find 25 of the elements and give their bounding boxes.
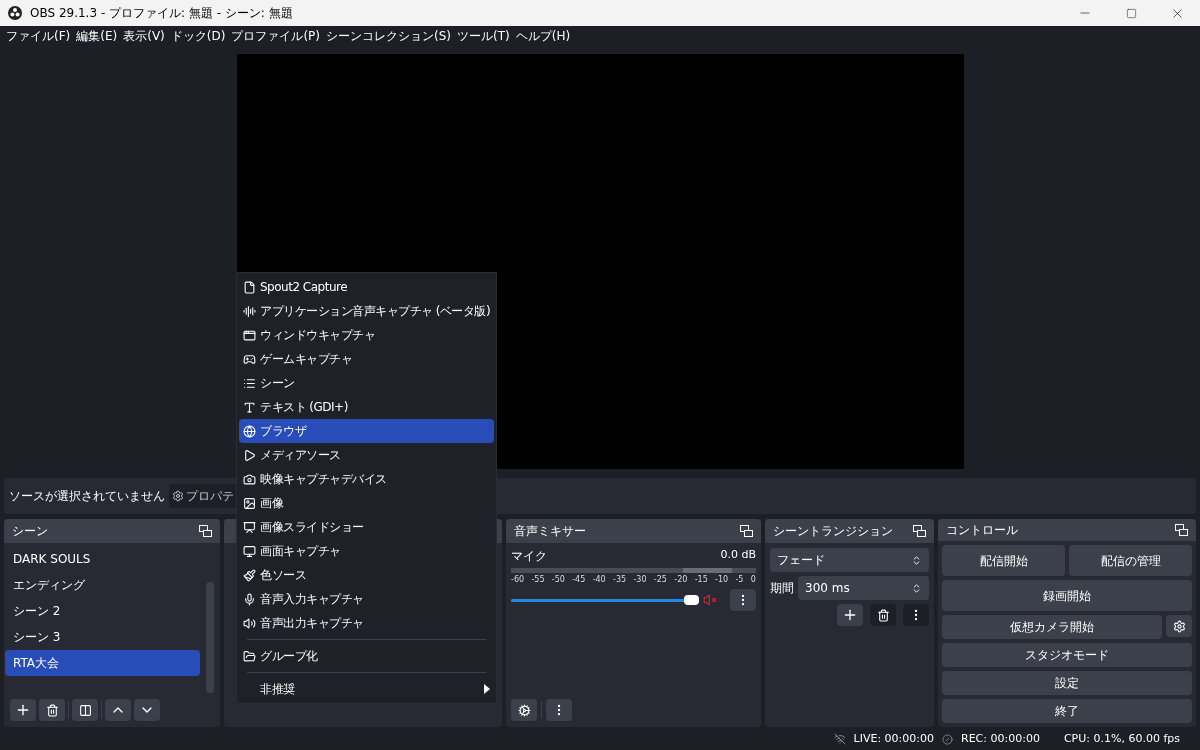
meter-tick: 0 [750, 574, 756, 586]
source-status: ソースが選択されていません [9, 488, 166, 505]
meter-tick: -25 [653, 574, 667, 586]
meter-tick: -15 [694, 574, 708, 586]
window-title: OBS 29.1.3 - プロファイル: 無題 - シーン: 無題 [30, 5, 293, 22]
meter-tick: -20 [674, 574, 688, 586]
dock-title: 音声ミキサー [514, 523, 586, 540]
meter-tick: -5 [735, 574, 744, 586]
duration-label: 期間 [770, 580, 794, 597]
rec-status: REC: 00:00:00 [961, 730, 1040, 747]
meter-tick: -10 [715, 574, 729, 586]
meter-tick: -50 [551, 574, 565, 586]
meter-tick: -60 [511, 574, 525, 586]
volume-reading: 0.0 dB [720, 547, 756, 563]
dock-title: シーントランジション [773, 523, 893, 540]
meter-tick: -55 [531, 574, 545, 586]
meter-tick: -35 [613, 574, 627, 586]
meter-tick: -30 [633, 574, 647, 586]
live-status: LIVE: 00:00:00 [853, 730, 934, 747]
dock-title: シーン [12, 523, 48, 540]
meter-tick: -45 [572, 574, 586, 586]
meter-tick: -40 [592, 574, 606, 586]
dock-title: コントロール [946, 522, 1018, 539]
cpu-status: CPU: 0.1%, 60.00 fps [1063, 730, 1180, 747]
channel-name: マイク [511, 548, 547, 565]
